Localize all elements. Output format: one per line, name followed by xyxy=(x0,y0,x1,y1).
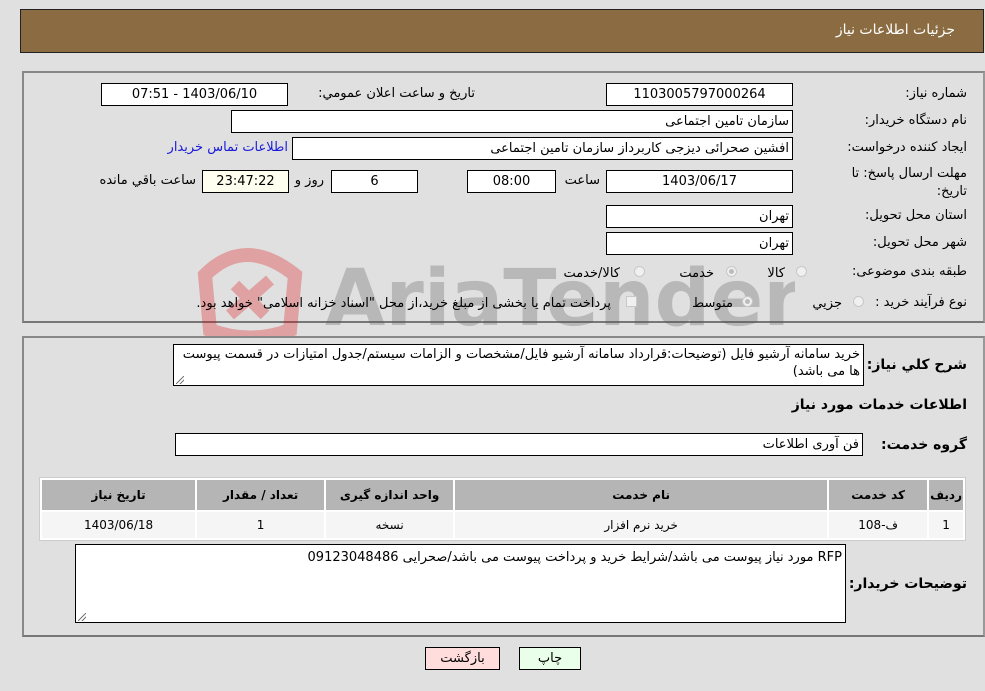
cell-service-code: ف-108 xyxy=(829,512,928,538)
table-row: 1 ف-108 خرید نرم افزار نسخه 1 1403/06/18 xyxy=(42,512,963,538)
col-header-need-date: تاریخ نیاز xyxy=(42,480,196,510)
city-field: تهران xyxy=(606,232,793,255)
print-button[interactable]: چاپ xyxy=(519,647,581,670)
services-heading: اطلاعات خدمات مورد نیاز xyxy=(791,397,967,413)
resize-handle-icon[interactable] xyxy=(78,613,86,621)
category-option-service: خدمت xyxy=(679,266,714,281)
page-header: جزئیات اطلاعات نیاز xyxy=(20,9,984,53)
process-radio-medium[interactable] xyxy=(742,296,753,307)
process-option-medium: متوسط xyxy=(692,296,733,311)
description-text: خرید سامانه آرشیو فایل (توضیحات:قرارداد … xyxy=(182,347,860,379)
cell-need-date: 1403/06/18 xyxy=(42,512,196,538)
process-type-label: نوع فرآیند خرید : xyxy=(875,295,967,310)
category-option-goods-service: کالا/خدمت xyxy=(563,266,620,281)
col-header-service-code: کد خدمت xyxy=(829,480,928,510)
category-option-goods: کالا xyxy=(767,266,785,281)
cell-unit: نسخه xyxy=(326,512,454,538)
col-header-row-number: ردیف xyxy=(929,480,963,510)
province-field: تهران xyxy=(606,205,793,228)
announce-datetime-field: 1403/06/10 - 07:51 xyxy=(101,83,288,106)
buyer-org-field: سازمان تامین اجتماعی xyxy=(231,110,793,133)
deadline-time-label: ساعت xyxy=(564,173,600,188)
cell-quantity: 1 xyxy=(197,512,325,538)
category-radio-goods[interactable] xyxy=(796,266,807,277)
need-number-field: 1103005797000264 xyxy=(606,83,793,106)
page-title: جزئیات اطلاعات نیاز xyxy=(835,22,955,38)
col-header-service-name: نام خدمت xyxy=(455,480,828,510)
service-group-label: گروه خدمت: xyxy=(881,437,967,453)
back-button[interactable]: بازگشت xyxy=(425,647,500,670)
days-remaining-field: 6 xyxy=(331,170,418,193)
description-label: شرح کلي نیاز: xyxy=(866,357,967,373)
creator-field: افشین صحرائی دیزجی کاربرداز سازمان تامین… xyxy=(292,137,793,160)
category-label: طبقه بندی موضوعی: xyxy=(851,264,967,279)
remaining-time-field: 23:47:22 xyxy=(202,170,289,193)
description-textarea[interactable]: خرید سامانه آرشیو فایل (توضیحات:قرارداد … xyxy=(173,344,864,386)
buyer-notes-label: توضیحات خریدار: xyxy=(848,576,967,592)
cell-row-number: 1 xyxy=(929,512,963,538)
creator-label: ایجاد کننده درخواست: xyxy=(847,140,967,155)
resize-handle-icon[interactable] xyxy=(176,376,184,384)
province-label: استان محل تحویل: xyxy=(865,208,967,223)
remaining-time-label: ساعت باقي مانده xyxy=(99,173,196,188)
treasury-checkbox-label: پرداخت تمام یا بخشی از مبلغ خرید،از محل … xyxy=(196,296,611,311)
deadline-time-field: 08:00 xyxy=(467,170,556,193)
category-radio-goods-service[interactable] xyxy=(634,266,645,277)
city-label: شهر محل تحویل: xyxy=(872,235,967,250)
need-number-label: شماره نیاز: xyxy=(905,86,967,101)
services-table: ردیف کد خدمت نام خدمت واحد اندازه گیری ت… xyxy=(39,477,966,541)
table-header-row: ردیف کد خدمت نام خدمت واحد اندازه گیری ت… xyxy=(42,480,963,510)
deadline-date-field: 1403/06/17 xyxy=(606,170,793,193)
deadline-label: مهلت ارسال پاسخ: تا تاریخ: xyxy=(851,166,967,199)
col-header-unit: واحد اندازه گیری xyxy=(326,480,454,510)
buyer-notes-textarea[interactable]: RFP مورد نیاز پیوست می باشد/شرایط خرید و… xyxy=(75,544,846,623)
buyer-contact-link[interactable]: اطلاعات تماس خریدار xyxy=(168,140,288,155)
category-radio-service[interactable] xyxy=(726,266,737,277)
process-radio-minor[interactable] xyxy=(853,296,864,307)
process-option-minor: جزيي xyxy=(812,296,842,311)
treasury-checkbox[interactable] xyxy=(626,296,637,307)
cell-service-name: خرید نرم افزار xyxy=(455,512,828,538)
announce-datetime-label: تاریخ و ساعت اعلان عمومي: xyxy=(318,86,475,101)
service-group-field: فن آوری اطلاعات xyxy=(175,433,863,456)
days-label: روز و xyxy=(294,173,324,188)
buyer-notes-text: RFP مورد نیاز پیوست می باشد/شرایط خرید و… xyxy=(307,550,842,565)
col-header-quantity: تعداد / مقدار xyxy=(197,480,325,510)
buyer-org-label: نام دستگاه خریدار: xyxy=(864,113,967,128)
